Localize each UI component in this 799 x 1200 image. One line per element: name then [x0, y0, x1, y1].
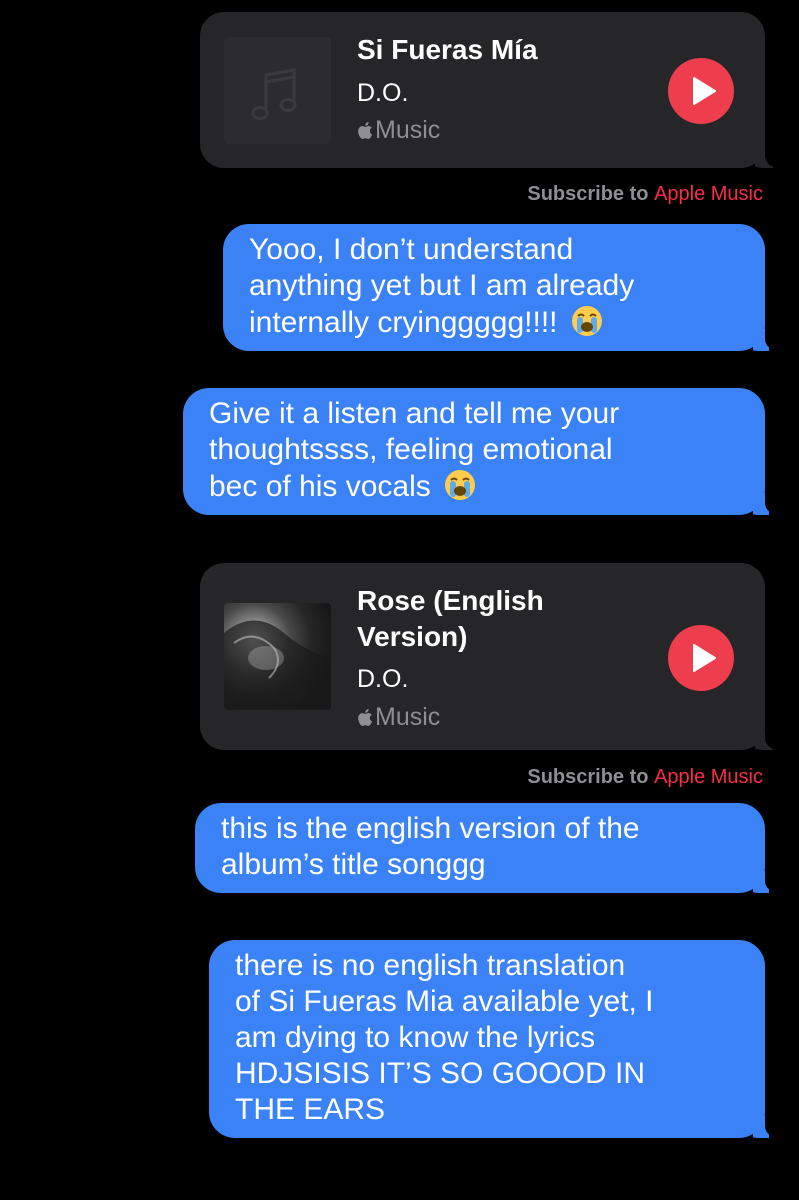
music-card-si-fueras-mia[interactable]: Si Fueras Mía D.O. Music	[200, 12, 779, 168]
song-title: Si Fueras Mía	[357, 32, 637, 68]
loudly-crying-face-icon	[571, 306, 602, 336]
music-card-rose-english-version[interactable]: Rose (English Version) D.O. Music	[200, 563, 779, 750]
loudly-crying-face-icon	[445, 470, 476, 500]
service-label: Music	[357, 115, 440, 145]
sent-message-bubble[interactable]: this is the english version of the album…	[195, 803, 777, 893]
message-line: THE EARS	[235, 1093, 386, 1126]
play-button[interactable]	[668, 625, 734, 691]
album-artwork-placeholder	[224, 37, 331, 144]
message-line: Yooo, I don’t understand	[249, 233, 574, 266]
album-photo	[224, 620, 331, 710]
bubble-tail	[753, 493, 777, 515]
apple-music-link[interactable]: Apple Music	[654, 183, 763, 205]
subscribe-apple-music[interactable]: Subscribe to Apple Music	[527, 181, 763, 207]
play-button[interactable]	[668, 58, 734, 124]
apple-logo-icon	[358, 121, 373, 139]
message-line: Give it a listen and tell me your	[209, 397, 620, 430]
subscribe-prefix: Subscribe to	[527, 766, 649, 788]
play-icon	[693, 644, 716, 672]
sent-message-bubble[interactable]: Yooo, I don’t understand anything yet bu…	[223, 224, 777, 351]
service-name: Music	[375, 116, 441, 144]
message-line: of Si Fueras Mia available yet, I	[235, 985, 654, 1018]
sent-message-bubble[interactable]: Give it a listen and tell me your though…	[183, 388, 777, 515]
message-line: am dying to know the lyrics	[235, 1021, 596, 1054]
subscribe-apple-music[interactable]: Subscribe to Apple Music	[527, 764, 763, 790]
song-title-line: Si Fueras Mía	[357, 34, 538, 65]
service-label: Music	[357, 702, 440, 732]
message-line-text: internally cryinggggg!!!!	[249, 306, 558, 339]
message-line: album’s title songgg	[221, 848, 486, 881]
bubble-tail	[753, 871, 777, 893]
song-title-line: Version)	[357, 621, 468, 652]
song-artist: D.O.	[357, 665, 409, 693]
bubble-tail	[755, 730, 779, 750]
bubble-tail	[753, 329, 777, 351]
album-artwork	[224, 603, 331, 710]
message-line-with-emoji: bec of his vocals	[209, 468, 743, 505]
message-line: thoughtssss, feeling emotional	[209, 433, 613, 466]
song-title: Rose (English Version)	[357, 583, 637, 655]
song-title-line: Rose (English	[357, 585, 544, 616]
apple-logo-icon	[358, 708, 373, 726]
sent-message-bubble[interactable]: there is no english translation of Si Fu…	[209, 940, 777, 1138]
message-line-with-emoji: internally cryinggggg!!!!	[249, 304, 743, 341]
service-name: Music	[375, 703, 441, 731]
song-artist: D.O.	[357, 79, 409, 107]
message-line: this is the english version of the	[221, 812, 640, 845]
subscribe-prefix: Subscribe to	[527, 183, 649, 205]
bubble-tail	[753, 1116, 777, 1138]
music-note-icon	[251, 68, 297, 120]
apple-music-link[interactable]: Apple Music	[654, 766, 763, 788]
message-line-text: bec of his vocals	[209, 470, 431, 503]
message-line: there is no english translation	[235, 949, 626, 982]
message-line: anything yet but I am already	[249, 269, 635, 302]
play-icon	[693, 77, 716, 105]
message-line: HDJSISIS IT’S SO GOOOD IN	[235, 1057, 646, 1090]
bubble-tail	[755, 148, 779, 168]
